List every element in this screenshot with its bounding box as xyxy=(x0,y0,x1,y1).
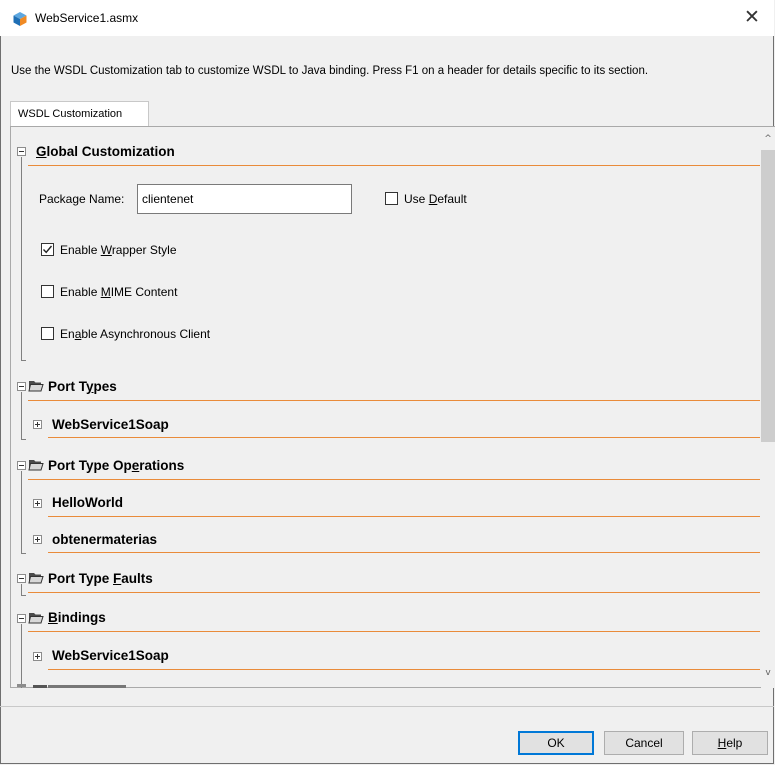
close-button[interactable]: ✕ xyxy=(730,0,774,36)
port-types-header[interactable]: Port Types xyxy=(48,379,117,394)
binding-item[interactable]: WebService1Soap xyxy=(52,648,169,663)
enable-async-client-label: Enable Asynchronous Client xyxy=(60,327,211,341)
tree-line xyxy=(21,595,26,596)
cutoff-section-icon xyxy=(17,684,26,687)
ok-button[interactable]: OK xyxy=(518,731,594,755)
collapse-faults-icon[interactable] xyxy=(17,574,26,583)
enable-mime-content-label: Enable MIME Content xyxy=(60,285,178,299)
expand-icon[interactable] xyxy=(33,652,42,661)
section-divider xyxy=(28,479,760,480)
description-text: Use the WSDL Customization tab to custom… xyxy=(11,65,649,77)
section-divider xyxy=(28,165,760,166)
close-icon: ✕ xyxy=(744,6,760,28)
button-bar-separator xyxy=(0,706,774,707)
section-divider xyxy=(28,631,760,632)
section-divider xyxy=(28,592,760,593)
section-divider xyxy=(28,400,760,401)
item-divider xyxy=(48,552,760,553)
enable-wrapper-style-label: Enable Wrapper Style xyxy=(60,243,177,257)
item-divider xyxy=(48,437,760,438)
cutoff-folder-icon xyxy=(33,685,47,688)
scroll-up-icon[interactable]: ^ xyxy=(761,134,775,150)
use-default-label: Use Default xyxy=(404,192,467,206)
cutoff-section-text xyxy=(48,685,126,688)
enable-mime-content-checkbox[interactable] xyxy=(41,285,54,298)
tree-line xyxy=(21,360,26,361)
collapse-operations-icon[interactable] xyxy=(17,461,26,470)
cancel-button[interactable]: Cancel xyxy=(604,731,684,755)
open-folder-icon xyxy=(28,460,44,471)
help-button[interactable]: Help xyxy=(692,731,768,755)
open-folder-icon xyxy=(28,381,44,392)
expand-icon[interactable] xyxy=(33,535,42,544)
tree-line xyxy=(21,157,22,361)
use-default-checkbox[interactable] xyxy=(385,192,398,205)
scroll-down-icon[interactable]: v xyxy=(761,668,775,684)
collapse-port-types-icon[interactable] xyxy=(17,382,26,391)
tree-line xyxy=(21,624,22,688)
item-divider xyxy=(48,516,760,517)
scrollbar-thumb[interactable] xyxy=(761,150,775,442)
collapse-bindings-icon[interactable] xyxy=(17,614,26,623)
port-type-faults-header[interactable]: Port Type Faults xyxy=(48,571,153,586)
expand-icon[interactable] xyxy=(33,420,42,429)
port-type-operations-header[interactable]: Port Type Operations xyxy=(48,458,184,473)
port-type-item[interactable]: WebService1Soap xyxy=(52,417,169,432)
expand-icon[interactable] xyxy=(33,499,42,508)
operation-item[interactable]: obtenermaterias xyxy=(52,532,157,547)
collapse-global-icon[interactable] xyxy=(17,147,26,156)
tree-line xyxy=(21,553,26,554)
tree-line xyxy=(21,471,22,553)
tree-line xyxy=(21,439,26,440)
open-folder-icon xyxy=(28,613,44,624)
tab-wsdl-customization[interactable]: WSDL Customization xyxy=(10,101,149,127)
window-title: WebService1.asmx xyxy=(35,11,139,25)
tree-line xyxy=(21,392,22,440)
customization-panel xyxy=(10,126,775,688)
item-divider xyxy=(48,669,760,670)
netbeans-cube-icon xyxy=(13,12,27,26)
checkmark-icon xyxy=(42,245,53,254)
title-bar: WebService1.asmx ✕ xyxy=(0,0,774,36)
enable-async-client-checkbox[interactable] xyxy=(41,327,54,340)
package-name-label: Package Name: xyxy=(39,192,125,206)
open-folder-icon xyxy=(28,573,44,584)
enable-wrapper-style-checkbox[interactable] xyxy=(41,243,54,256)
bindings-header[interactable]: Bindings xyxy=(48,610,106,625)
operation-item[interactable]: HelloWorld xyxy=(52,495,123,510)
global-customization-header[interactable]: Global Customization xyxy=(36,144,175,159)
tab-label: WSDL Customization xyxy=(18,108,123,120)
package-name-input[interactable] xyxy=(137,184,352,214)
